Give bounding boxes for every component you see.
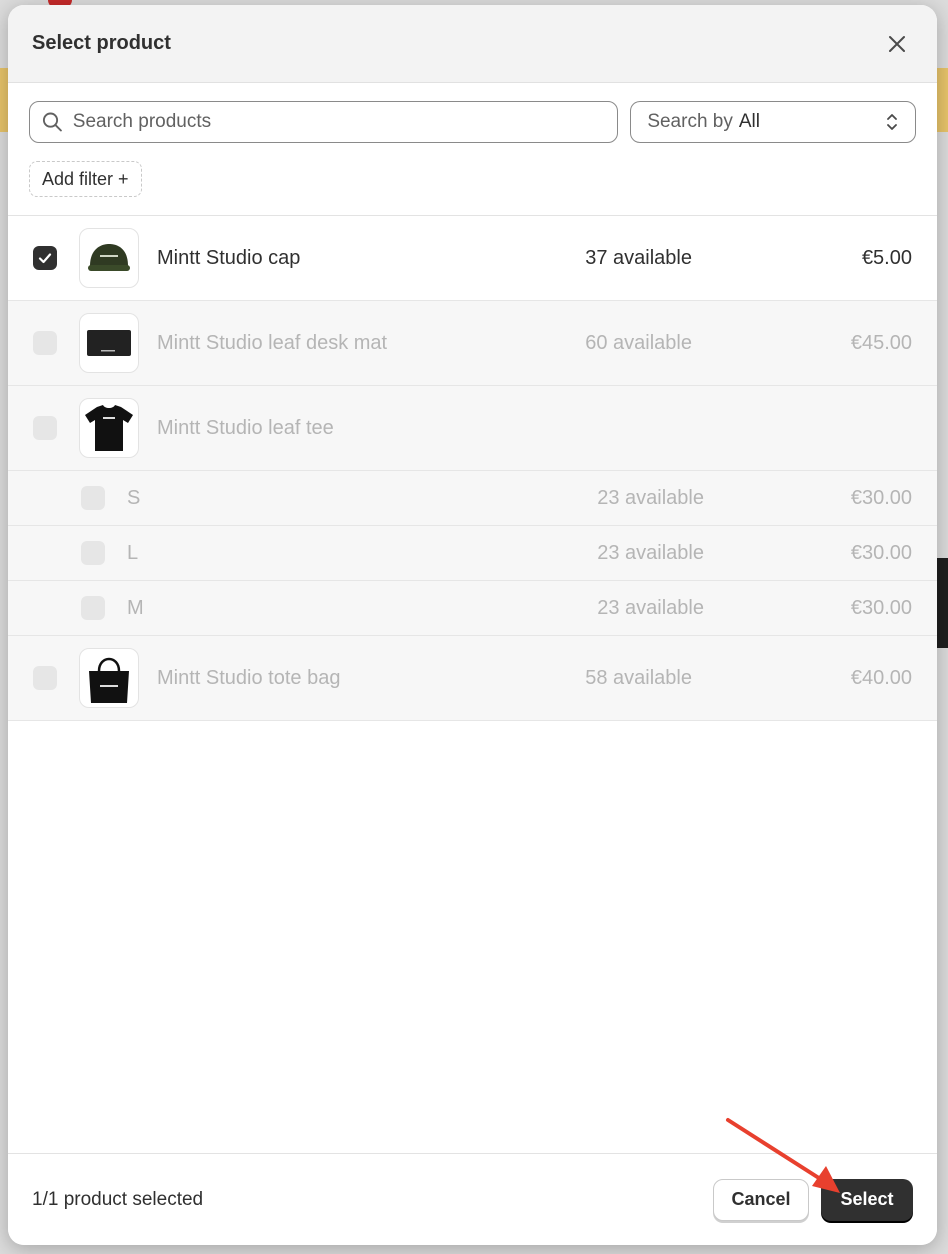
close-button[interactable] [881,28,913,60]
product-checkbox[interactable] [33,246,57,270]
modal-footer: 1/1 product selected Cancel Select [8,1153,937,1245]
variant-checkbox [81,596,105,620]
select-button[interactable]: Select [821,1178,913,1221]
product-thumbnail-desk-mat [79,313,139,373]
close-icon [889,35,905,52]
search-icon [42,112,62,132]
product-availability: 60 available [585,331,692,354]
search-by-value: All [738,111,760,132]
product-price: €45.00 [850,331,912,354]
variant-price: €30.00 [850,486,912,509]
variant-availability: 23 available [597,596,704,619]
product-availability: 37 available [585,246,692,269]
product-thumbnail-tee [79,398,139,458]
product-checkbox [33,331,57,355]
checkmark-icon [38,253,52,264]
search-input[interactable] [72,111,606,133]
variant-row: L 23 available €30.00 [8,526,937,581]
variant-name: S [127,486,141,509]
selection-status: 1/1 product selected [32,1188,204,1210]
product-name: Mintt Studio leaf desk mat [157,331,388,354]
product-checkbox [33,666,57,690]
product-row: Mintt Studio leaf desk mat 60 available … [8,301,937,386]
variant-availability: 23 available [597,541,704,564]
select-product-modal: Select product Search by All [8,5,937,1245]
product-row: Mintt Studio tote bag 58 available €40.0… [8,636,937,721]
cancel-button[interactable]: Cancel [713,1178,809,1221]
variant-name: L [127,541,139,564]
modal-header: Select product [8,5,937,83]
modal-title: Select product [32,32,171,54]
product-row[interactable]: Mintt Studio cap 37 available €5.00 [8,216,937,301]
product-row: Mintt Studio leaf tee [8,386,937,471]
search-by-select[interactable]: Search by All [630,101,916,143]
background-dark-panel [936,558,948,648]
product-thumbnail-cap [79,228,139,288]
variant-checkbox [81,486,105,510]
variant-checkbox [81,541,105,565]
product-name: Mintt Studio cap [157,246,301,269]
product-price: €5.00 [861,246,912,269]
add-filter-button[interactable]: Add filter + [29,161,142,197]
variant-availability: 23 available [597,486,704,509]
product-list: Mintt Studio cap 37 available €5.00 Mint… [8,216,937,721]
product-checkbox [33,416,57,440]
search-area: Search by All Add filter + [8,83,937,216]
search-by-prefix: Search by [647,111,733,132]
product-price: €40.00 [850,666,912,689]
search-field[interactable] [29,101,619,143]
variant-row: S 23 available €30.00 [8,471,937,526]
product-availability: 58 available [585,666,692,689]
variant-price: €30.00 [850,596,912,619]
product-thumbnail-tote-bag [79,648,139,708]
product-name: Mintt Studio leaf tee [157,416,334,439]
variant-name: M [127,596,144,619]
variant-row: M 23 available €30.00 [8,581,937,636]
product-name: Mintt Studio tote bag [157,666,341,689]
select-arrows-icon [887,114,897,130]
variant-price: €30.00 [850,541,912,564]
add-filter-label: Add filter + [42,168,129,189]
